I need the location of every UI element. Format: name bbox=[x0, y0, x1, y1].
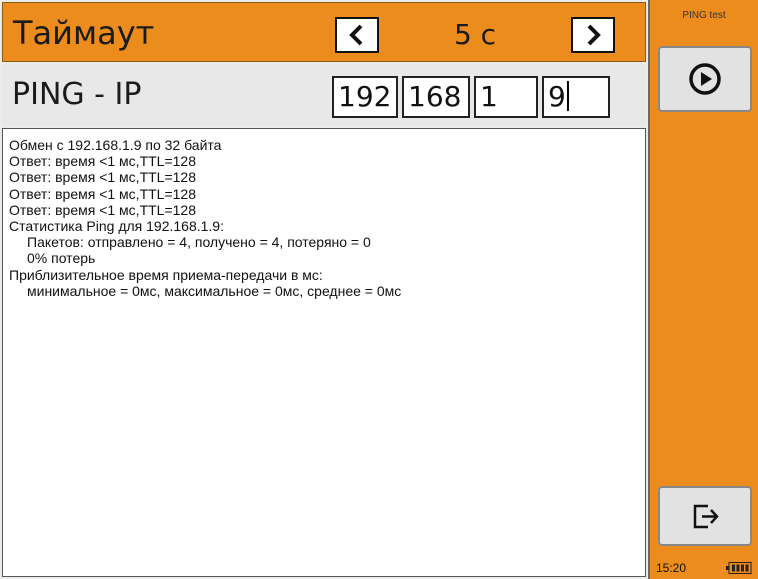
side-panel-title: PING test bbox=[682, 10, 726, 21]
main-panel: Таймаут 5 с PING - IP 192 168 1 9 Обмен … bbox=[0, 0, 648, 579]
output-line: Ответ: время <1 мс,TTL=128 bbox=[9, 153, 196, 170]
output-line: минимальное = 0мс, максимальное = 0мс, с… bbox=[27, 282, 402, 299]
output-line: Ответ: время <1 мс,TTL=128 bbox=[9, 201, 196, 218]
output-line: Ответ: время <1 мс,TTL=128 bbox=[9, 169, 196, 186]
ip-octet-2-field[interactable]: 168 bbox=[402, 76, 470, 118]
output-line: 0% потерь bbox=[27, 250, 96, 267]
output-line: Ответ: время <1 мс,TTL=128 bbox=[9, 185, 196, 202]
ping-output-area[interactable]: Обмен с 192.168.1.9 по 32 байта Ответ: в… bbox=[2, 128, 646, 577]
timeout-increase-button[interactable] bbox=[571, 17, 615, 53]
ping-ip-label: PING - IP bbox=[12, 77, 142, 112]
timeout-label: Таймаут bbox=[13, 14, 155, 52]
ip-octet-4-field[interactable]: 9 bbox=[542, 76, 610, 118]
side-panel: PING test 15:20 bbox=[648, 0, 758, 579]
chevron-right-icon bbox=[587, 24, 601, 46]
ping-ip-row: PING - IP 192 168 1 9 bbox=[2, 64, 646, 126]
run-ping-button[interactable] bbox=[658, 46, 752, 112]
output-line: Приблизительное время приема-передачи в … bbox=[9, 266, 323, 283]
exit-button[interactable] bbox=[658, 486, 752, 546]
chevron-left-icon bbox=[349, 24, 363, 46]
output-line: Статистика Ping для 192.168.1.9: bbox=[9, 218, 224, 235]
battery-icon bbox=[726, 561, 752, 574]
output-line: Обмен с 192.168.1.9 по 32 байта bbox=[9, 137, 222, 153]
timeout-value: 5 с bbox=[453, 18, 497, 51]
exit-icon bbox=[693, 504, 719, 529]
output-line: Пакетов: отправлено = 4, получено = 4, п… bbox=[27, 234, 371, 251]
text-caret bbox=[566, 81, 569, 111]
clock: 15:20 bbox=[656, 560, 687, 575]
play-circle-icon bbox=[689, 63, 721, 95]
timeout-decrease-button[interactable] bbox=[335, 17, 379, 53]
ip-octet-3-field[interactable]: 1 bbox=[474, 76, 538, 118]
status-bar: 15:20 bbox=[650, 556, 758, 579]
timeout-row: Таймаут 5 с bbox=[2, 2, 646, 62]
ip-octet-1-field[interactable]: 192 bbox=[332, 76, 398, 118]
ip-octet-4-value: 9 bbox=[548, 80, 566, 113]
